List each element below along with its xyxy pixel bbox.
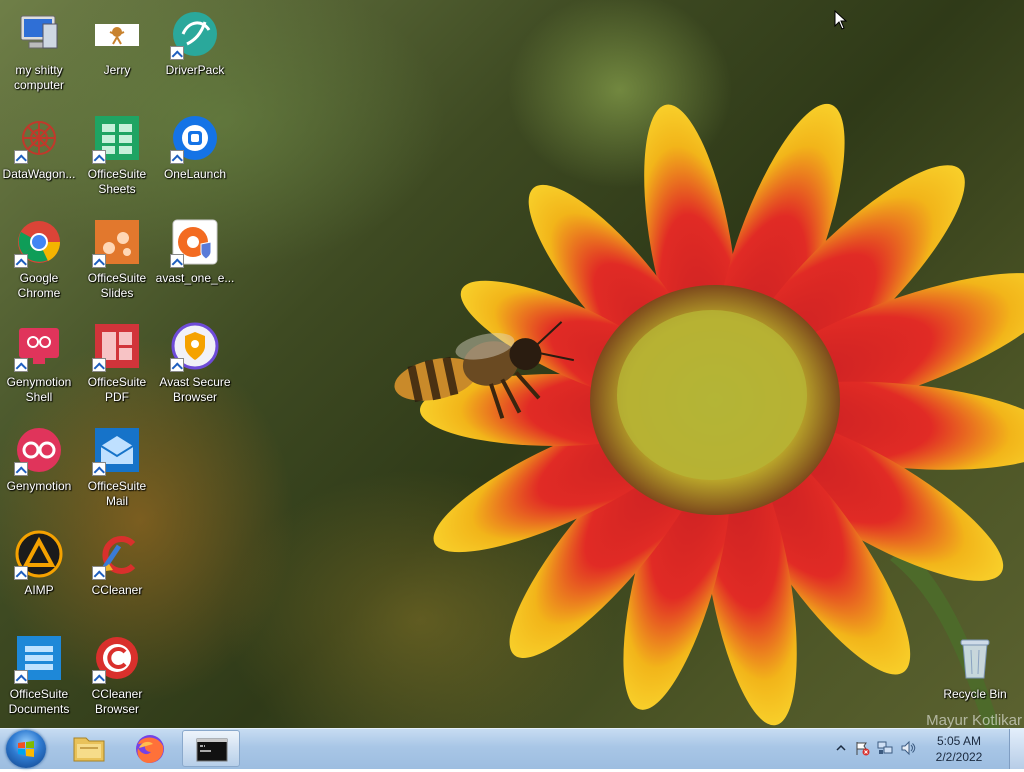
desktop-icon-onelaunch[interactable]: OneLaunch [156,112,234,182]
desktop-icon-officesuite-mail[interactable]: OfficeSuite Mail [78,424,156,509]
officesuite-mail-icon [92,426,141,476]
officesuite-slides-icon [92,218,141,268]
desktop-icon-ccleaner-browser[interactable]: CCleaner Browser [78,632,156,717]
desktop-icon-label: OfficeSuite PDF [87,375,147,404]
desktop-icon-label: DataWagon... [2,167,76,181]
desktop-icon-officesuite-slides[interactable]: OfficeSuite Slides [78,216,156,301]
taskbar-command-prompt[interactable] [182,730,240,767]
desktop-icon-label: Recycle Bin [943,687,1007,701]
desktop-icon-label: CCleaner Browser [91,687,143,716]
desktop-icon-label: OfficeSuite Sheets [87,167,147,196]
folder-icon [73,737,105,762]
shortcut-arrow-icon [170,254,184,268]
desktop-icon-label: OneLaunch [163,167,227,181]
ccleaner-browser-icon [92,634,141,684]
desktop-icon-officesuite-pdf[interactable]: OfficeSuite PDF [78,320,156,405]
network-icon[interactable] [876,740,894,756]
officesuite-sheets-icon [92,114,141,164]
desktop-icon-recycle-bin[interactable]: Recycle Bin [936,632,1014,702]
shortcut-arrow-icon [14,566,28,580]
shortcut-arrow-icon [170,150,184,164]
wallpaper-watermark: Mayur Kotlikar [926,712,1022,728]
cmd-icon [196,738,228,762]
datawagon-icon [14,114,63,164]
desktop-icon-officesuite-sheets[interactable]: OfficeSuite Sheets [78,112,156,197]
desktop-icon-label: OfficeSuite Mail [87,479,147,508]
desktop-icon-officesuite-documents[interactable]: OfficeSuite Documents [0,632,78,717]
firefox-icon [136,735,164,763]
desktop-icon-label: AIMP [24,583,54,597]
onelaunch-icon [170,114,219,164]
shortcut-arrow-icon [92,566,106,580]
volume-icon[interactable] [900,740,916,756]
ccleaner-icon [92,530,141,580]
officesuite-pdf-icon [92,322,141,372]
desktop-icon-avast-secure-browser[interactable]: Avast Secure Browser [156,320,234,405]
shortcut-arrow-icon [92,462,106,476]
show-hidden-icons-icon[interactable] [836,743,846,753]
shortcut-arrow-icon [92,150,106,164]
shortcut-arrow-icon [14,150,28,164]
desktop-icon-label: OfficeSuite Slides [87,271,147,300]
shortcut-arrow-icon [14,670,28,684]
desktop-icon-label: Jerry [103,63,131,77]
action-center-flag-icon[interactable] [854,740,870,756]
desktop-icon-my-computer[interactable]: my shitty computer [0,8,78,93]
windows-logo-icon [18,741,34,757]
aimp-icon [14,530,63,580]
desktop-icon-avast-one[interactable]: avast_one_e... [156,216,234,286]
desktop-icon-label: OfficeSuite Documents [8,687,70,716]
desktop-icon-label: Google Chrome [17,271,61,300]
desktop-icon-genymotion-shell[interactable]: Genymotion Shell [0,320,78,405]
taskbar-firefox[interactable] [121,730,179,767]
shortcut-arrow-icon [170,358,184,372]
driverpack-icon [170,10,219,60]
shortcut-arrow-icon [14,254,28,268]
shortcut-arrow-icon [14,462,28,476]
desktop-icon-label: my shitty computer [13,63,65,92]
desktop-icon-ccleaner[interactable]: CCleaner [78,528,156,598]
start-button[interactable] [6,730,46,768]
jerry-icon [93,10,141,58]
clock-date: 2/2/2022 [935,750,983,764]
avast-secure-browser-icon [170,322,219,372]
taskbar-clock[interactable]: 5:05 AM 2/2/2022 [924,733,994,765]
desktop-icon-label: CCleaner [91,583,143,597]
avast-one-icon [170,218,219,268]
taskbar-file-explorer[interactable] [60,730,118,767]
shortcut-arrow-icon [92,358,106,372]
desktop-icon-aimp[interactable]: AIMP [0,528,78,598]
desktop-icon-jerry[interactable]: Jerry [78,8,156,78]
recycle-bin-icon [951,634,999,682]
genymotion-shell-icon [14,322,63,372]
officesuite-documents-icon [14,634,63,684]
desktop-icon-datawagon[interactable]: DataWagon... [0,112,78,182]
desktop-icon-label: Genymotion [6,479,72,493]
taskbar: 5:05 AM 2/2/2022 [0,728,1024,769]
shortcut-arrow-icon [92,254,106,268]
desktop-icon-label: Genymotion Shell [6,375,72,404]
desktop-icon-label: avast_one_e... [155,271,235,285]
desktop-icon-label: DriverPack [165,63,225,77]
computer-icon [15,10,63,58]
show-desktop-button[interactable] [1009,729,1024,769]
mouse-cursor-icon [834,10,848,30]
desktop-icon-genymotion[interactable]: Genymotion [0,424,78,494]
clock-time: 5:05 AM [936,734,982,748]
shortcut-arrow-icon [92,670,106,684]
desktop-icon-google-chrome[interactable]: Google Chrome [0,216,78,301]
shortcut-arrow-icon [14,358,28,372]
chrome-icon [14,218,63,268]
shortcut-arrow-icon [170,46,184,60]
desktop-icon-label: Avast Secure Browser [159,375,231,404]
desktop-icon-driverpack[interactable]: DriverPack [156,8,234,78]
genymotion-icon [14,426,63,476]
